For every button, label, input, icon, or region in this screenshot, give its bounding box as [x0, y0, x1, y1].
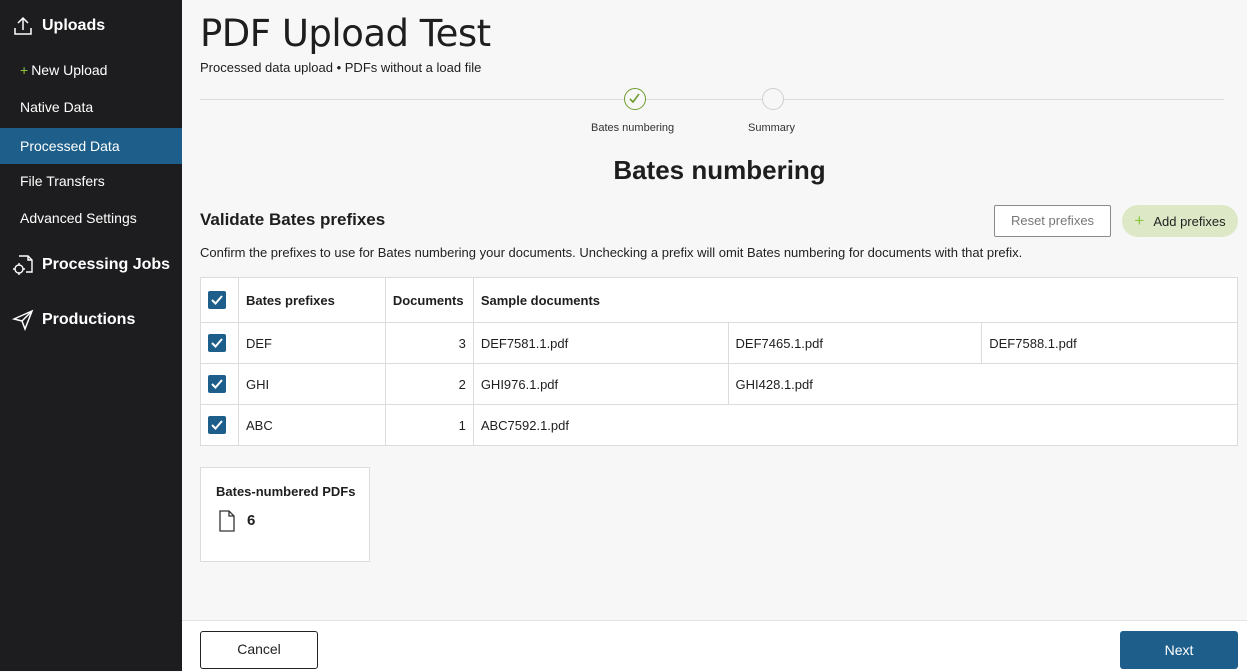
row-checkbox-cell — [200, 404, 239, 446]
sidebar-item-label: File Transfers — [20, 173, 105, 189]
sidebar-item-advanced-settings[interactable]: Advanced Settings — [0, 200, 182, 236]
sample-document-cell: ABC7592.1.pdf — [472, 404, 1239, 446]
table-header-row: Bates prefixes Documents Sample document… — [200, 277, 1239, 323]
sidebar-section-processing-jobs[interactable]: Processing Jobs — [0, 253, 170, 277]
add-prefixes-button[interactable]: + Add prefixes — [1122, 205, 1238, 237]
page-title: PDF Upload Test — [200, 12, 491, 55]
check-icon — [211, 338, 223, 348]
card-title: Bates-numbered PDFs — [216, 484, 356, 499]
sidebar-section-productions-label: Productions — [42, 311, 136, 328]
row-checkbox-def[interactable] — [208, 334, 226, 352]
reset-prefixes-button[interactable]: Reset prefixes — [994, 205, 1111, 237]
plus-icon: + — [1134, 211, 1145, 230]
column-header-samples: Sample documents — [472, 277, 1239, 323]
sidebar-section-uploads[interactable]: Uploads — [0, 14, 105, 38]
prefix-cell: GHI — [237, 363, 386, 405]
footer: Cancel Next — [182, 620, 1247, 672]
card-value: 6 — [247, 512, 256, 529]
prefixes-table: Bates prefixes Documents Sample document… — [200, 277, 1239, 446]
check-icon — [211, 379, 223, 389]
sidebar-section-processing-jobs-label: Processing Jobs — [42, 256, 171, 273]
sidebar-item-processed-data[interactable]: Processed Data — [0, 128, 182, 164]
main-content: PDF Upload Test Processed data upload • … — [182, 0, 1247, 672]
sidebar-item-native-data[interactable]: Native Data — [0, 89, 182, 125]
bates-numbered-pdfs-card: Bates-numbered PDFs 6 — [200, 467, 370, 562]
prefix-cell: DEF — [237, 322, 386, 364]
sample-document-cell: DEF7465.1.pdf — [727, 322, 983, 364]
select-all-checkbox[interactable] — [208, 291, 226, 309]
documents-cell: 2 — [384, 363, 474, 405]
step-bates-numbering-circle[interactable] — [624, 88, 646, 110]
step-bates-numbering-label: Bates numbering — [591, 122, 675, 134]
check-icon — [629, 93, 640, 104]
document-icon — [219, 510, 235, 532]
page-subtitle: Processed data upload • PDFs without a l… — [200, 60, 482, 75]
plus-icon: + — [20, 62, 29, 78]
sidebar-item-label: Native Data — [20, 99, 94, 115]
row-checkbox-abc[interactable] — [208, 416, 226, 434]
next-button[interactable]: Next — [1120, 631, 1238, 669]
sample-document-cell: DEF7581.1.pdf — [472, 322, 729, 364]
sample-document-cell: GHI976.1.pdf — [472, 363, 729, 405]
row-checkbox-ghi[interactable] — [208, 375, 226, 393]
upload-icon — [14, 16, 32, 35]
table-row: ABC 1 ABC7592.1.pdf — [200, 404, 1239, 446]
add-prefixes-label: Add prefixes — [1153, 213, 1226, 229]
select-all-cell — [200, 277, 239, 323]
row-checkbox-cell — [200, 322, 239, 364]
sample-document-cell: GHI428.1.pdf — [727, 363, 1239, 405]
column-header-prefixes: Bates prefixes — [237, 277, 386, 323]
processing-jobs-icon — [13, 255, 33, 275]
table-row: DEF 3 DEF7581.1.pdf DEF7465.1.pdf DEF758… — [200, 322, 1238, 364]
step-summary-label: Summary — [748, 122, 796, 134]
instructions-text: Confirm the prefixes to use for Bates nu… — [200, 245, 1023, 260]
sidebar: Uploads + New Upload Native Data Processe… — [0, 0, 182, 671]
sidebar-item-label: Advanced Settings — [20, 210, 137, 226]
step-summary-circle[interactable] — [762, 88, 784, 110]
check-icon — [211, 420, 223, 430]
sidebar-item-label: Processed Data — [20, 138, 120, 154]
validate-title: Validate Bates prefixes — [200, 210, 386, 229]
send-icon — [12, 309, 34, 331]
table-row: GHI 2 GHI976.1.pdf GHI428.1.pdf — [200, 363, 1239, 405]
sidebar-section-uploads-label: Uploads — [42, 17, 106, 34]
sample-document-cell: DEF7588.1.pdf — [981, 322, 1238, 364]
documents-cell: 3 — [384, 322, 474, 364]
sidebar-item-label: New Upload — [31, 62, 108, 78]
sidebar-section-productions[interactable]: Productions — [0, 308, 135, 332]
sidebar-item-new-upload[interactable]: + New Upload — [0, 52, 182, 88]
documents-cell: 1 — [384, 404, 474, 446]
check-icon — [211, 295, 223, 305]
section-heading: Bates numbering — [613, 155, 826, 185]
sidebar-item-file-transfers[interactable]: File Transfers — [0, 163, 182, 199]
cancel-button[interactable]: Cancel — [200, 631, 318, 669]
row-checkbox-cell — [200, 363, 239, 405]
column-header-documents: Documents — [384, 277, 474, 323]
prefix-cell: ABC — [237, 404, 386, 446]
stepper-line — [200, 99, 1224, 100]
